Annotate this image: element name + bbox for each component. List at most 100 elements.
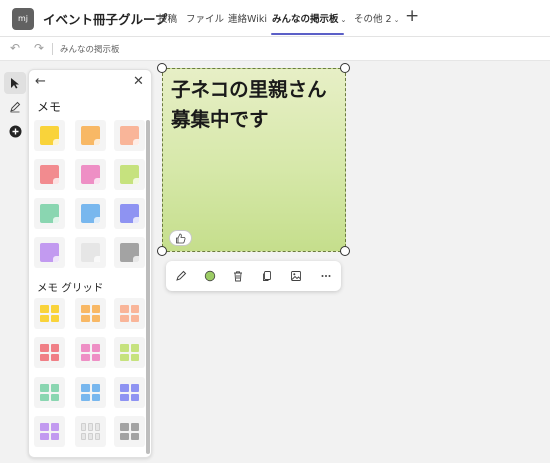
memo-grid-swatch[interactable] [114,298,145,329]
add-tab-icon[interactable]: + [405,6,419,26]
tab-more[interactable]: その他 2 ⌄ [354,11,399,25]
note-grid-cell [50,344,59,352]
color-dot-icon [204,270,216,282]
memo-color-swatch[interactable] [114,159,145,190]
note-grid-cell [81,393,90,401]
sticky-note-icon [81,243,100,262]
note-grid-cell [130,423,139,431]
select-tool-button[interactable] [4,72,26,94]
pen-tool-button[interactable] [4,96,26,118]
note-grid-cell [81,314,90,322]
resize-handle-bottom-left[interactable] [157,246,167,256]
close-icon[interactable]: ✕ [133,74,144,89]
redo-icon[interactable]: ↷ [34,41,44,55]
tab-board[interactable]: みんなの掲示板 ⌄ [272,11,346,25]
note-grid-cell [120,384,129,392]
note-grid-cell [91,314,100,322]
note-grid-cell [81,344,90,352]
note-grid-icon [40,423,59,440]
edit-button[interactable] [173,268,189,284]
sticky-note-icon [40,126,59,145]
note-grid-cell [50,305,59,313]
delete-button[interactable] [230,268,246,284]
note-grid-cell [130,305,139,313]
add-tool-button[interactable] [4,120,26,142]
memo-grid-swatch[interactable] [75,416,106,447]
back-arrow-icon[interactable]: ← [35,74,46,89]
note-grid-cell [120,314,129,322]
note-grid-cell [91,344,100,352]
memo-grid-swatch[interactable] [34,416,65,447]
note-grid-cell [40,384,49,392]
note-grid-cell [130,314,139,322]
memo-color-swatch[interactable] [34,198,65,229]
note-grid-cell [91,384,100,392]
copy-button[interactable] [259,268,275,284]
note-grid-icon [120,305,139,322]
pen-icon [176,270,187,281]
note-grid-icon [81,344,100,361]
note-grid-cell [50,353,59,361]
board-toolbar: ↶ ↷ みんなの掲示板 [0,37,550,61]
tab-files[interactable]: ファイル [186,11,224,25]
note-grid-icon [81,384,100,401]
copy-icon [263,271,271,281]
memo-color-swatch[interactable] [114,198,145,229]
tab-label: みんなの掲示板 [272,14,339,25]
reaction-button[interactable] [169,230,192,246]
board-title: みんなの掲示板 [60,45,120,55]
color-button[interactable] [202,268,218,284]
sticky-note-icon [120,126,139,145]
memo-grid-swatch[interactable] [75,298,106,329]
select-arrow-icon [11,78,19,89]
add-icon [9,125,21,137]
memo-grid-swatch[interactable] [75,337,106,368]
memo-panel: ← ✕ メモ メモ グリッド [28,69,152,458]
team-avatar[interactable]: mj [12,8,34,30]
resize-handle-bottom-right[interactable] [340,246,350,256]
team-name: イベント冊子グループ [43,12,168,27]
sticky-note-text[interactable]: 子ネコの里親さん 募集中です [171,75,341,135]
memo-grid-swatch[interactable] [34,298,65,329]
memo-color-swatch[interactable] [75,159,106,190]
note-grid-cell [40,393,49,401]
tab-posts[interactable]: 投稿 [158,11,177,25]
memo-grid-swatch[interactable] [34,337,65,368]
note-grid-icon [120,423,139,440]
note-grid-cell [120,423,129,431]
memo-grid-swatch[interactable] [114,377,145,408]
sticky-note-icon [40,165,59,184]
note-grid-cell [40,423,49,431]
memo-color-swatch[interactable] [75,237,106,268]
tab-wiki[interactable]: 連絡Wiki [228,11,267,25]
note-grid-cell [120,305,129,313]
memo-grid-swatch[interactable] [34,377,65,408]
sticky-note[interactable]: 子ネコの里親さん 募集中です [162,68,346,252]
scrollbar[interactable] [146,120,150,454]
memo-grid-swatch[interactable] [114,416,145,447]
more-button[interactable] [318,268,334,284]
memo-color-swatch[interactable] [75,198,106,229]
note-grid-cell [120,344,129,352]
memo-color-swatch[interactable] [34,237,65,268]
note-grid-cell [81,432,86,440]
tab-label: 連絡Wiki [228,14,267,25]
note-grid-icon [40,384,59,401]
resize-handle-top-left[interactable] [157,63,167,73]
delete-icon [234,271,242,282]
memo-color-swatch[interactable] [114,120,145,151]
memo-color-swatch[interactable] [34,159,65,190]
image-button[interactable] [288,268,304,284]
memo-grid-swatch[interactable] [75,377,106,408]
sticky-note-icon [120,243,139,262]
undo-icon[interactable]: ↶ [10,41,20,55]
memo-color-swatch[interactable] [75,120,106,151]
memo-grid-swatch[interactable] [114,337,145,368]
note-grid-icon [81,423,100,440]
note-grid-cell [81,384,90,392]
memo-color-swatch[interactable] [34,120,65,151]
memo-color-swatch[interactable] [114,237,145,268]
sticky-note-icon [40,204,59,223]
resize-handle-top-right[interactable] [340,63,350,73]
sticky-note-icon [120,165,139,184]
